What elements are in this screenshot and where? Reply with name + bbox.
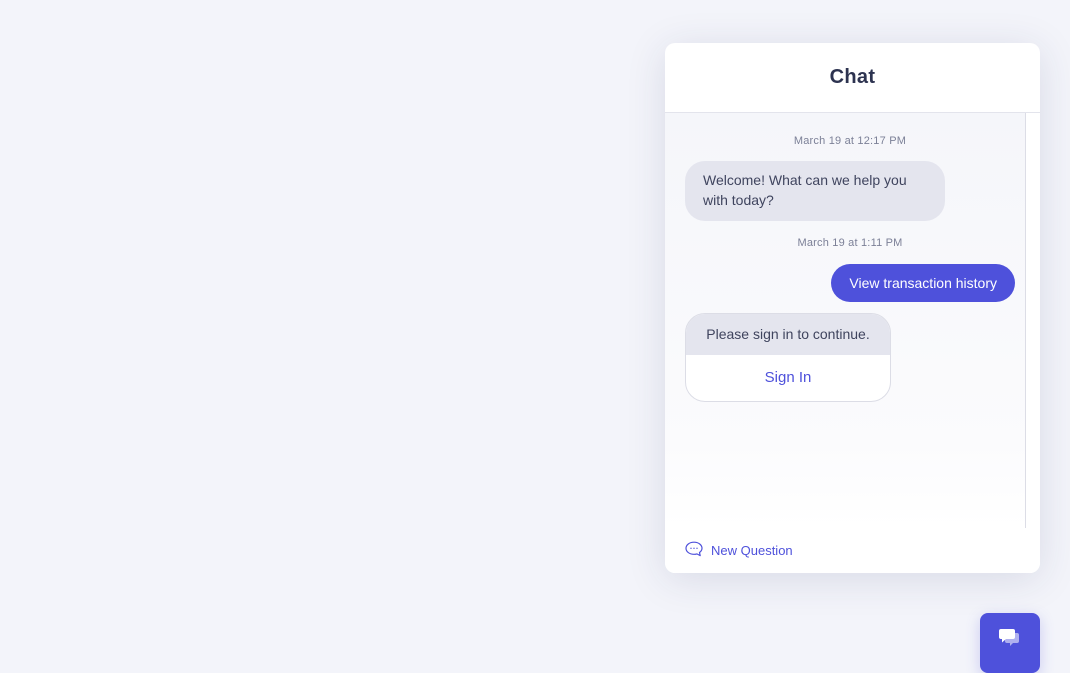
chat-panel: Chat March 19 at 12:17 PM Welcome! What … bbox=[665, 43, 1040, 573]
message-timestamp: March 19 at 1:11 PM bbox=[797, 237, 903, 249]
chat-bubble-icon bbox=[685, 541, 711, 560]
sign-in-card: Please sign in to continue. Sign In bbox=[685, 313, 891, 402]
new-question-button[interactable]: New Question bbox=[685, 528, 793, 573]
chat-footer: New Question bbox=[665, 528, 1040, 573]
scrollbar-track[interactable] bbox=[1025, 113, 1040, 528]
sign-in-button[interactable]: Sign In bbox=[686, 355, 890, 401]
chat-bubbles-icon bbox=[998, 627, 1022, 654]
message-timestamp: March 19 at 12:17 PM bbox=[793, 135, 907, 147]
sign-in-prompt: Please sign in to continue. bbox=[686, 314, 890, 355]
user-message-bubble: View transaction history bbox=[831, 264, 1015, 302]
new-question-label: New Question bbox=[711, 543, 793, 558]
chat-title: Chat bbox=[829, 66, 876, 88]
chat-launcher-button[interactable] bbox=[980, 613, 1040, 673]
agent-message-bubble: Welcome! What can we help you with today… bbox=[685, 161, 945, 221]
chat-header: Chat bbox=[665, 43, 1040, 113]
